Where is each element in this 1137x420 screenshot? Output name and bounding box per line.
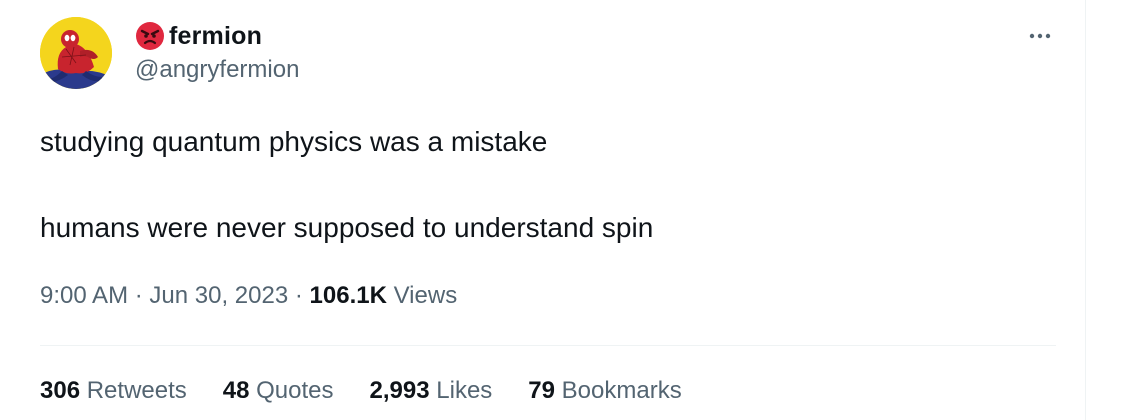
tweet-text-line: studying quantum physics was a mistake bbox=[40, 126, 548, 157]
more-horizontal-icon bbox=[1029, 33, 1051, 39]
author-name-row[interactable]: fermion bbox=[135, 20, 262, 52]
divider bbox=[40, 345, 1056, 346]
meta-separator: · bbox=[134, 282, 143, 309]
quotes-count: 48 bbox=[222, 377, 250, 404]
retweets-count: 306 bbox=[40, 377, 81, 404]
tweet-card: fermion @angryfermion studying quantum p… bbox=[0, 0, 1086, 420]
quotes-label: Quotes bbox=[256, 377, 334, 404]
tweet-text-line: humans were never supposed to understand… bbox=[40, 212, 654, 243]
author-display-name[interactable]: fermion bbox=[169, 22, 262, 51]
engagement-stats: 306 Retweets 48 Quotes 2,993 Likes 79 Bo… bbox=[40, 377, 718, 405]
views-count: 106.1K bbox=[309, 282, 387, 309]
retweets-stat[interactable]: 306 Retweets bbox=[40, 377, 187, 405]
angry-face-emoji-icon bbox=[135, 21, 165, 51]
author-handle[interactable]: @angryfermion bbox=[135, 56, 299, 84]
views-label: Views bbox=[393, 282, 458, 309]
likes-stat[interactable]: 2,993 Likes bbox=[370, 377, 493, 405]
likes-label: Likes bbox=[436, 377, 493, 404]
spiderman-avatar-image bbox=[40, 17, 112, 89]
meta-separator: · bbox=[294, 282, 303, 309]
bookmarks-label: Bookmarks bbox=[561, 377, 682, 404]
tweet-date[interactable]: Jun 30, 2023 bbox=[149, 282, 288, 309]
likes-count: 2,993 bbox=[369, 377, 430, 404]
tweet-time[interactable]: 9:00 AM bbox=[40, 282, 128, 309]
tweet-meta: 9:00 AM · Jun 30, 2023 · 106.1K Views bbox=[40, 282, 457, 310]
retweets-label: Retweets bbox=[86, 377, 187, 404]
quotes-stat[interactable]: 48 Quotes bbox=[223, 377, 334, 405]
bookmarks-stat[interactable]: 79 Bookmarks bbox=[528, 377, 681, 405]
avatar[interactable] bbox=[40, 17, 112, 89]
more-options-button[interactable] bbox=[1018, 22, 1062, 50]
bookmarks-count: 79 bbox=[528, 377, 555, 404]
